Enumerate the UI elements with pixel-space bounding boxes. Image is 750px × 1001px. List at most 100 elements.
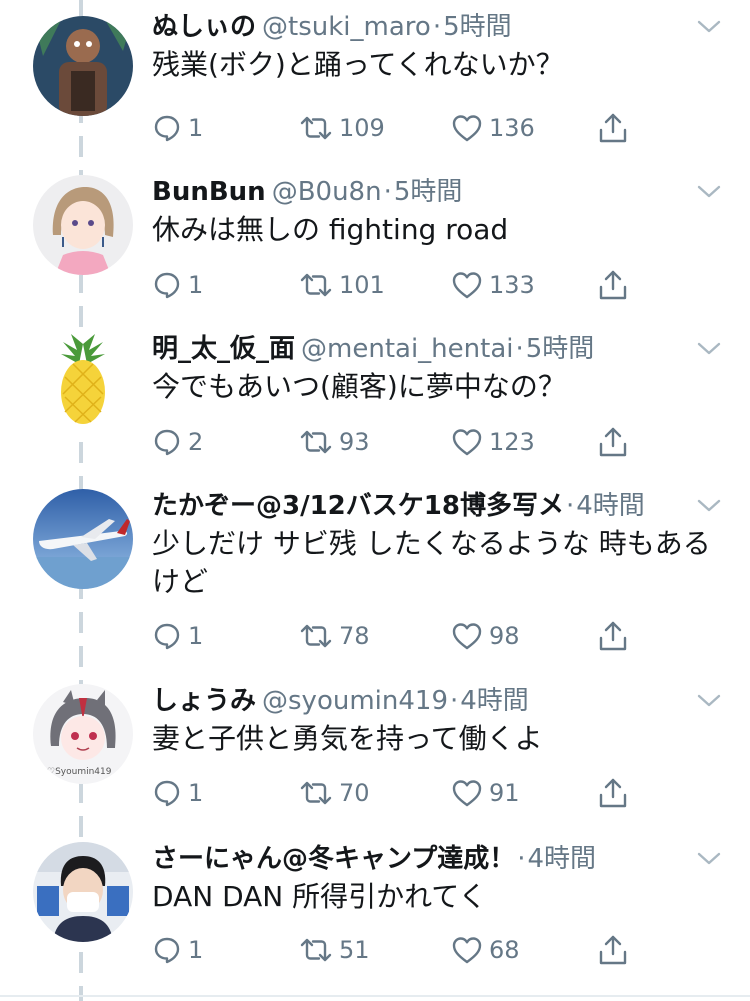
- separator-dot: ·: [517, 844, 526, 874]
- retweet-button[interactable]: 93: [299, 425, 370, 459]
- like-button[interactable]: 98: [451, 619, 520, 653]
- tweet-text: 少しだけ サビ残 したくなるような 時もあるけど: [152, 527, 711, 598]
- share-button[interactable]: [598, 111, 628, 145]
- display-name[interactable]: ぬしぃの: [152, 12, 256, 42]
- timestamp[interactable]: 4時間: [576, 491, 645, 521]
- retweet-button[interactable]: 109: [299, 111, 385, 145]
- action-bar: 1 109 136: [152, 111, 652, 145]
- chevron-down-icon[interactable]: [696, 182, 722, 202]
- heart-icon: [452, 937, 482, 964]
- retweet-icon: [300, 781, 332, 805]
- chevron-down-icon[interactable]: [696, 849, 722, 869]
- reply-button[interactable]: 1: [152, 268, 203, 302]
- tweet-text: 休みは無しの fighting road: [152, 213, 509, 246]
- avatar[interactable]: [33, 489, 133, 589]
- user-handle[interactable]: @tsuki_maro: [262, 12, 431, 42]
- avatar[interactable]: [33, 842, 133, 942]
- retweet-icon: [300, 430, 332, 454]
- svg-text:♡Syoumin419: ♡Syoumin419: [47, 767, 112, 777]
- reply-icon: [154, 780, 180, 807]
- user-handle[interactable]: @B0u8n: [272, 177, 382, 207]
- reply-count: 1: [188, 779, 204, 807]
- reply-count: 1: [188, 622, 204, 650]
- share-icon: [599, 270, 627, 300]
- avatar[interactable]: [33, 175, 133, 275]
- separator-dot: ·: [515, 334, 524, 364]
- action-bar: 1 70 91: [152, 776, 652, 810]
- timestamp[interactable]: 5時間: [394, 177, 463, 207]
- share-button[interactable]: [598, 776, 628, 810]
- retweet-icon: [300, 116, 332, 140]
- avatar[interactable]: [33, 332, 133, 432]
- share-button[interactable]: [598, 619, 628, 653]
- reply-button[interactable]: 2: [152, 425, 203, 459]
- reply-count: 1: [188, 936, 204, 964]
- like-button[interactable]: 91: [451, 776, 520, 810]
- like-button[interactable]: 68: [451, 933, 520, 967]
- chevron-down-icon[interactable]: [696, 691, 722, 711]
- timestamp[interactable]: 4時間: [528, 844, 597, 874]
- separator-dot: ·: [383, 177, 392, 207]
- display-name[interactable]: しょうみ: [152, 686, 256, 716]
- user-handle[interactable]: @syoumin419: [262, 686, 448, 716]
- chevron-down-icon[interactable]: [696, 496, 722, 516]
- tweet-header: ぬしぃの @tsuki_maro·5時間: [152, 10, 512, 44]
- retweet-button[interactable]: 78: [299, 619, 370, 653]
- avatar[interactable]: ♡Syoumin419: [33, 684, 133, 784]
- like-button[interactable]: 136: [451, 111, 535, 145]
- display-name[interactable]: さーにゃん@冬キャンプ達成！: [152, 844, 515, 874]
- retweet-button[interactable]: 101: [299, 268, 385, 302]
- chevron-down-icon[interactable]: [696, 339, 722, 359]
- display-name[interactable]: 明_太_仮_面: [152, 334, 295, 364]
- retweet-icon: [300, 624, 332, 648]
- retweet-button[interactable]: 51: [299, 933, 370, 967]
- timestamp[interactable]: 5時間: [443, 12, 512, 42]
- display-name[interactable]: BunBun: [152, 177, 266, 207]
- display-name[interactable]: たかぞー@3/12バスケ18博多写メ: [152, 491, 564, 521]
- heart-icon: [452, 780, 482, 807]
- reply-icon: [154, 429, 180, 456]
- reply-count: 1: [188, 271, 204, 299]
- share-button[interactable]: [598, 425, 628, 459]
- like-button[interactable]: 123: [451, 425, 535, 459]
- timestamp[interactable]: 5時間: [526, 334, 595, 364]
- reply-button[interactable]: 1: [152, 776, 203, 810]
- reply-button[interactable]: 1: [152, 619, 203, 653]
- retweet-count: 70: [339, 779, 370, 807]
- tweet-header: 明_太_仮_面 @mentai_hentai·5時間: [152, 332, 594, 366]
- tweet-header: たかぞー@3/12バスケ18博多写メ·4時間: [152, 489, 645, 523]
- heart-icon: [452, 115, 482, 142]
- heart-icon: [452, 272, 482, 299]
- share-button[interactable]: [598, 933, 628, 967]
- heart-icon: [452, 623, 482, 650]
- tweet-text: 妻と子供と勇気を持って働くよ: [152, 722, 543, 755]
- retweet-count: 78: [339, 622, 370, 650]
- reply-button[interactable]: 1: [152, 111, 203, 145]
- retweet-icon: [300, 938, 332, 962]
- reply-button[interactable]: 1: [152, 933, 203, 967]
- retweet-count: 109: [339, 114, 385, 142]
- tweet-text: 残業(ボク)と踊ってくれないか？: [152, 48, 564, 81]
- tweet-text: DAN DAN 所得引かれてく: [152, 880, 487, 913]
- action-bar: 1 78 98: [152, 619, 652, 653]
- user-handle[interactable]: @mentai_hentai: [301, 334, 513, 364]
- like-count: 136: [489, 114, 535, 142]
- like-count: 68: [489, 936, 520, 964]
- tweet-header: BunBun @B0u8n·5時間: [152, 175, 462, 209]
- retweet-count: 51: [339, 936, 370, 964]
- retweet-count: 93: [339, 428, 370, 456]
- timestamp[interactable]: 4時間: [460, 686, 529, 716]
- like-button[interactable]: 133: [451, 268, 535, 302]
- like-count: 123: [489, 428, 535, 456]
- share-icon: [599, 621, 627, 651]
- retweet-button[interactable]: 70: [299, 776, 370, 810]
- reply-icon: [154, 115, 180, 142]
- share-button[interactable]: [598, 268, 628, 302]
- avatar[interactable]: [33, 16, 133, 116]
- tweet-header: さーにゃん@冬キャンプ達成！·4時間: [152, 842, 596, 876]
- reply-count: 1: [188, 114, 204, 142]
- share-icon: [599, 778, 627, 808]
- reply-icon: [154, 623, 180, 650]
- share-icon: [599, 935, 627, 965]
- chevron-down-icon[interactable]: [696, 17, 722, 37]
